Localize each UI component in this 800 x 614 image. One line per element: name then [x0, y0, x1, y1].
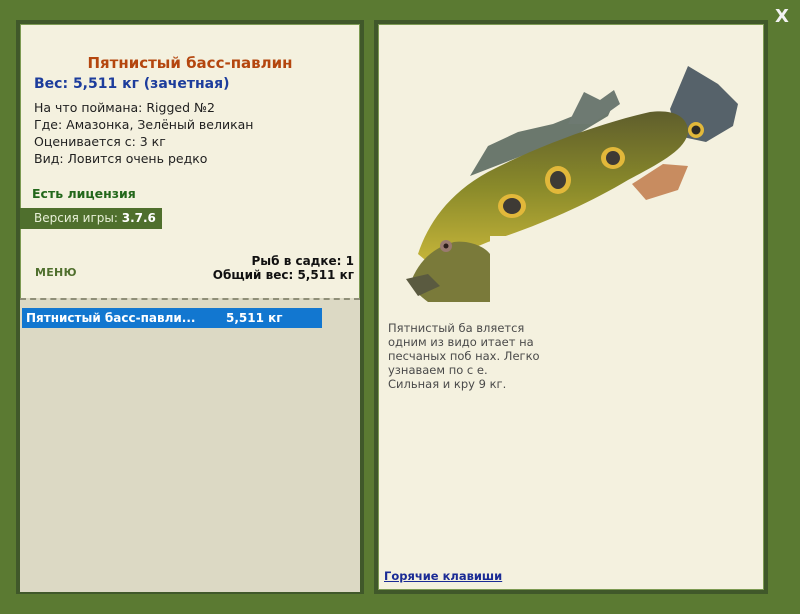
- menu-button[interactable]: МЕНЮ: [35, 266, 77, 279]
- keepnet-list: Пятнистый басс-павли... 5,511 кг: [20, 298, 360, 592]
- keepnet-total-weight: Общий вес: 5,511 кг: [212, 268, 354, 282]
- description-line: Сильная и кру 9 кг.: [388, 377, 507, 391]
- description-line: песчаных поб нах. Легко: [388, 349, 540, 363]
- fish-info-panel: Пятнистый басс-павлин Вес: 5,511 кг (зач…: [16, 20, 364, 594]
- fish-image: [406, 66, 738, 302]
- keepnet-row-name: Пятнистый басс-павли...: [26, 311, 196, 325]
- version-value: 3.7.6: [121, 211, 156, 225]
- keepnet-row-weight: 5,511 кг: [226, 311, 283, 325]
- keepnet-row[interactable]: Пятнистый басс-павли... 5,511 кг: [22, 308, 322, 328]
- keepnet-count: Рыб в садке: 1: [251, 254, 355, 268]
- fish-title: Пятнистый басс-павлин: [87, 54, 293, 72]
- fish-detail-panel: Пятнистый ба вляется одним из видо итает…: [374, 20, 768, 594]
- version-label: Версия игры:: [34, 211, 118, 225]
- license-status: Есть лицензия: [32, 186, 136, 201]
- close-button[interactable]: X: [771, 6, 793, 28]
- description-line: узнаваем по с е.: [388, 363, 488, 377]
- rarity: Вид: Ловится очень редко: [34, 151, 208, 166]
- hotkeys-link[interactable]: Горячие клавиши: [384, 569, 502, 583]
- version-bar: Версия игры: 3.7.6: [20, 208, 162, 229]
- scored-from: Оценивается с: 3 кг: [34, 134, 166, 149]
- location: Где: Амазонка, Зелёный великан: [34, 117, 254, 132]
- description-line: Пятнистый ба вляется: [388, 321, 525, 335]
- fish-description: Пятнистый ба вляется одним из видо итает…: [388, 321, 750, 391]
- caught-with: На что поймана: Rigged №2: [34, 100, 215, 115]
- description-line: одним из видо итает на: [388, 335, 534, 349]
- fish-weight: Вес: 5,511 кг (зачетная): [34, 76, 230, 92]
